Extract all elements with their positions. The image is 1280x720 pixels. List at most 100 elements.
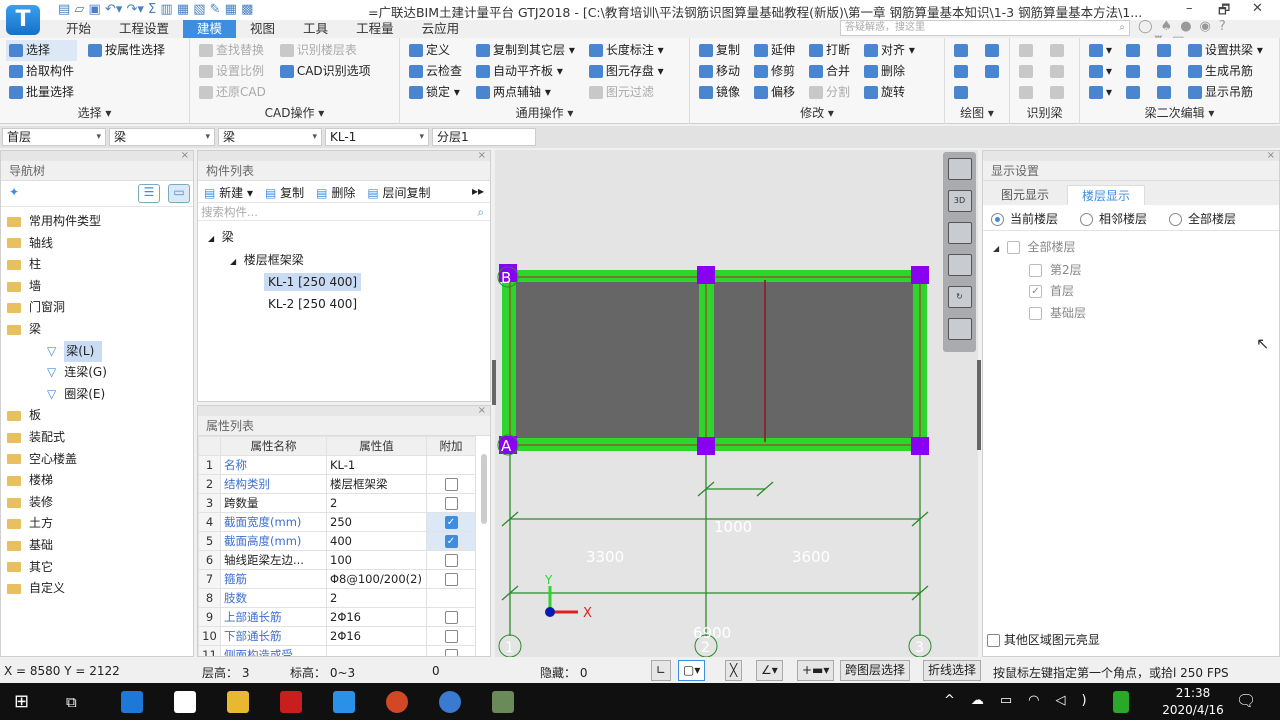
floor-radio[interactable]: 相邻楼层	[1080, 210, 1147, 226]
ribbon-group-label[interactable]: 绘图 ▾	[945, 104, 1009, 121]
3d-view-icon[interactable]: 3D	[947, 190, 972, 212]
ribbon-button[interactable]	[951, 40, 974, 61]
nav-item[interactable]: 柱	[1, 254, 193, 276]
attach-checkbox[interactable]	[444, 630, 458, 643]
tab-2[interactable]: 建模	[183, 20, 237, 38]
nav-item[interactable]: 其它	[1, 557, 193, 579]
nav-item[interactable]: 门窗洞	[1, 297, 193, 319]
ribbon-button[interactable]: 延伸	[751, 40, 798, 61]
selector-dropdown[interactable]: 梁 ▾	[218, 128, 322, 146]
nav-subitem[interactable]: ▽ 梁(L)	[1, 340, 193, 363]
ribbon-button[interactable]: 按属性选择	[85, 40, 168, 61]
ribbon-button[interactable]: ▾	[1086, 40, 1115, 61]
clock-date[interactable]: 2020/4/16	[1158, 703, 1228, 717]
ribbon-button[interactable]: 自动平齐板 ▾	[473, 61, 578, 82]
component-item[interactable]: KL-2 [250 400]	[208, 294, 490, 316]
nav-item[interactable]: 土方	[1, 513, 193, 535]
attach-checkbox[interactable]	[444, 649, 458, 656]
angle-button[interactable]: ∠▾	[756, 660, 783, 681]
ortho-button[interactable]: ∟	[651, 660, 672, 681]
ribbon-button[interactable]: 图元过滤	[586, 82, 667, 103]
ribbon-button[interactable]: 两点辅轴 ▾	[473, 82, 578, 103]
powerpoint-icon[interactable]	[386, 691, 408, 713]
orbit-icon[interactable]	[947, 158, 972, 180]
ribbon-button[interactable]: ▾	[1086, 61, 1115, 82]
nav-item[interactable]: 空心楼盖	[1, 449, 193, 471]
help-search-input[interactable]: 答疑解惑，搜这里 ⌕	[840, 20, 1130, 36]
ribbon-button[interactable]: 删除	[861, 61, 918, 82]
tree-node-all-floors[interactable]: ◢ 全部楼层	[993, 237, 1269, 260]
selector-dropdown[interactable]: KL-1 ▾	[325, 128, 429, 146]
nav-item[interactable]: 自定义	[1, 578, 193, 600]
table-row[interactable]: 2 结构类别 楼层框架梁	[198, 474, 476, 494]
app-icon[interactable]	[492, 691, 514, 713]
search-icon[interactable]: ⌕	[1119, 21, 1125, 35]
ribbon-group-label[interactable]: 通用操作 ▾	[400, 104, 689, 121]
close-icon[interactable]: ×	[181, 150, 189, 161]
clock-time[interactable]: 21:38	[1158, 686, 1228, 700]
list-view-icon[interactable]: ☰	[138, 184, 160, 203]
ribbon-button[interactable]: 分割	[806, 82, 853, 103]
toolbar-button[interactable]: ▤ 新建 ▾	[204, 184, 253, 200]
floor-checkbox[interactable]	[1029, 306, 1042, 320]
ribbon-button[interactable]: 对齐 ▾	[861, 40, 918, 61]
column[interactable]	[697, 437, 715, 455]
ribbon-group-label[interactable]: 修改 ▾	[690, 104, 944, 121]
table-row[interactable]: 4 截面宽度(mm) 250 ✓	[198, 512, 476, 532]
tab-4[interactable]: 工具	[289, 20, 342, 38]
floor-item[interactable]: ✓ 首层	[1029, 281, 1269, 303]
ribbon-button[interactable]	[1123, 40, 1146, 61]
tab-3[interactable]: 视图	[236, 20, 289, 38]
property-value[interactable]: 100	[326, 550, 427, 570]
table-row[interactable]: 10 下部通长筋 2Φ16	[198, 626, 476, 646]
close-icon[interactable]: ×	[478, 406, 486, 416]
tab-6[interactable]: 云应用	[408, 20, 474, 38]
tile-view-icon[interactable]: ▭	[168, 184, 190, 203]
ribbon-button[interactable]: 设置拱梁 ▾	[1185, 40, 1266, 61]
scrollbar[interactable]	[481, 454, 487, 524]
tree-node-root[interactable]: ◢ 梁	[208, 227, 490, 250]
ribbon-button[interactable]: 复制	[696, 40, 743, 61]
ribbon-button[interactable]	[1047, 82, 1070, 103]
tab-element-display[interactable]: 图元显示	[987, 185, 1063, 205]
ribbon-button[interactable]	[1154, 61, 1177, 82]
app-icon[interactable]	[439, 691, 461, 713]
ribbon-button[interactable]: ▾	[1086, 82, 1115, 103]
ribbon-button[interactable]: 旋转	[861, 82, 918, 103]
app-logo[interactable]: T	[6, 5, 40, 35]
cross-snap-button[interactable]: ╳	[725, 660, 743, 681]
ribbon-button[interactable]: 移动	[696, 61, 743, 82]
ribbon-button[interactable]	[982, 40, 1005, 61]
offset-button[interactable]: +▬▾	[797, 660, 835, 681]
ribbon-button[interactable]	[951, 82, 974, 103]
layer-panel-icon[interactable]	[947, 318, 972, 340]
select-mode-button[interactable]: ▢▾	[678, 660, 706, 681]
floor-checkbox[interactable]: ✓	[1029, 285, 1042, 299]
ribbon-button[interactable]	[1154, 82, 1177, 103]
property-value[interactable]: 2Φ16	[326, 626, 427, 646]
slab[interactable]	[515, 282, 915, 440]
solid-view-icon[interactable]	[947, 254, 972, 276]
nav-item[interactable]: 常用构件类型	[1, 211, 193, 233]
ribbon-button[interactable]	[1047, 40, 1070, 61]
property-value[interactable]: 楼层框架梁	[326, 474, 427, 494]
expand-icon[interactable]: ✦	[9, 185, 19, 199]
ribbon-button[interactable]: 生成吊筋	[1185, 61, 1266, 82]
selector-dropdown[interactable]: 首层 ▾	[2, 128, 106, 146]
search-icon[interactable]: ⌕	[478, 203, 484, 221]
ribbon-button[interactable]: 偏移	[751, 82, 798, 103]
tab-0[interactable]: 开始	[52, 20, 105, 38]
ribbon-group-label[interactable]: 梁二次编辑 ▾	[1080, 104, 1279, 121]
close-icon[interactable]: ×	[1267, 150, 1275, 161]
drawing-canvas[interactable]: A B 1 2 3 3300 3600 1000 6900 X Y	[495, 150, 978, 657]
nav-item[interactable]: 装修	[1, 492, 193, 514]
attach-checkbox[interactable]	[444, 497, 458, 510]
attach-checkbox[interactable]	[444, 554, 458, 567]
store-icon[interactable]	[174, 691, 196, 713]
beam[interactable]	[502, 270, 516, 452]
edge-icon[interactable]	[121, 691, 143, 713]
file-explorer-icon[interactable]	[227, 691, 249, 713]
table-row[interactable]: 1 名称 KL-1	[198, 455, 476, 475]
quick-access-toolbar[interactable]: ▤ ▱ ▣ ↶▾ ↷▾ Σ ▥ ▦ ▧ ✎ ▦ ▩	[58, 2, 253, 17]
ribbon-button[interactable]	[1016, 82, 1039, 103]
